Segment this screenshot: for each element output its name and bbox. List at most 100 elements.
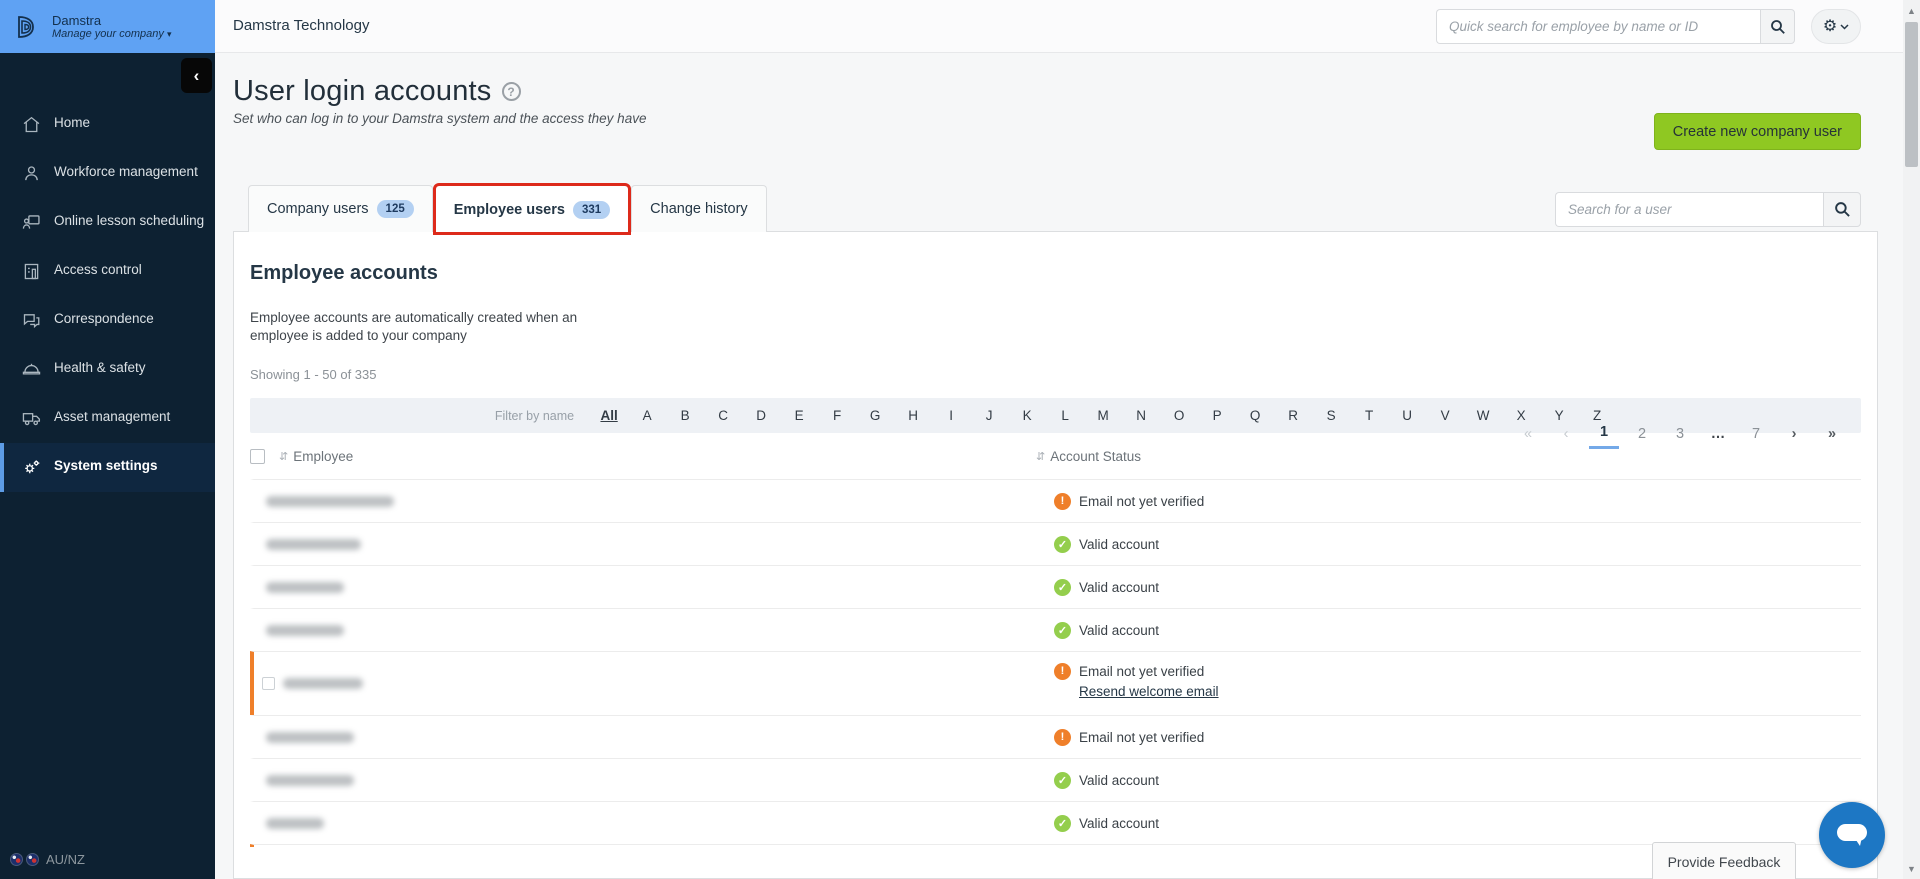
pagination-item[interactable]: 3	[1665, 426, 1695, 448]
filter-letter[interactable]: Q	[1236, 408, 1274, 423]
pagination-item[interactable]: 2	[1627, 426, 1657, 448]
sidebar-item-health-safety[interactable]: Health & safety	[0, 345, 215, 394]
table-row[interactable]: Valid account	[250, 565, 1861, 608]
pagination-item[interactable]: ‹	[1551, 426, 1581, 448]
filter-letter[interactable]: A	[628, 408, 666, 423]
table-row[interactable]: Email not yet verified	[250, 479, 1861, 522]
chevron-down-icon	[1840, 23, 1849, 30]
filter-letter[interactable]: H	[894, 408, 932, 423]
user-search-button[interactable]	[1823, 192, 1861, 227]
pagination-item[interactable]: »	[1817, 426, 1847, 448]
resend-welcome-email-link[interactable]: Resend welcome email	[1079, 684, 1219, 699]
brand-header[interactable]: Damstra Manage your company ▾	[0, 0, 215, 53]
create-company-user-button[interactable]: Create new company user	[1653, 113, 1861, 150]
region-label: AU/NZ	[46, 852, 85, 867]
status-badge: Valid account	[1079, 579, 1160, 595]
hard-hat-icon	[22, 363, 41, 375]
filter-letter[interactable]: N	[1122, 408, 1160, 423]
table-row[interactable]: Valid account	[250, 608, 1861, 651]
main-content: User login accounts ? Set who can log in…	[215, 53, 1903, 879]
pagination-item[interactable]: ›	[1779, 426, 1809, 448]
pagination-item[interactable]: 1	[1589, 424, 1619, 449]
filter-letter[interactable]: C	[704, 408, 742, 423]
status-icon	[1054, 662, 1071, 680]
filter-letter[interactable]: W	[1464, 408, 1502, 423]
filter-letter[interactable]: O	[1160, 408, 1198, 423]
top-bar: Damstra Technology ⚙	[215, 0, 1903, 53]
sidebar-item-system-settings[interactable]: System settings	[0, 443, 215, 492]
settings-menu-button[interactable]: ⚙	[1811, 9, 1861, 44]
filter-letter[interactable]: K	[1008, 408, 1046, 423]
employee-users-count-badge: 331	[572, 200, 611, 219]
table-row[interactable]: Email not yet verified	[250, 715, 1861, 758]
brand-name: Damstra	[52, 13, 102, 28]
pagination-item[interactable]: 7	[1741, 426, 1771, 448]
table-row[interactable]: Valid account	[250, 522, 1861, 565]
filter-letter[interactable]: Y	[1540, 408, 1578, 423]
provide-feedback-button[interactable]: Provide Feedback	[1652, 842, 1796, 879]
table-row-partial	[250, 844, 1861, 847]
sidebar-item-asset-management[interactable]: Asset management	[0, 394, 215, 443]
sidebar-collapse-button[interactable]: ‹	[181, 58, 212, 93]
filter-letter[interactable]: U	[1388, 408, 1426, 423]
filter-letter[interactable]: Z	[1578, 408, 1616, 423]
user-search-input[interactable]	[1555, 192, 1823, 227]
filter-letter[interactable]: M	[1084, 408, 1122, 423]
filter-letter[interactable]: E	[780, 408, 818, 423]
sort-icon[interactable]: ⇵	[279, 450, 288, 463]
filter-letter[interactable]: All	[590, 408, 628, 423]
scrollbar-thumb[interactable]	[1905, 22, 1918, 167]
sidebar-item-access-control[interactable]: Access control	[0, 247, 215, 296]
filter-letter[interactable]: I	[932, 408, 970, 423]
select-all-checkbox[interactable]	[250, 448, 265, 464]
table-row-highlighted[interactable]: Email not yet verified Resend welcome em…	[250, 651, 1861, 715]
tab-company-users[interactable]: Company users 125	[248, 185, 433, 232]
status-badge: Valid account	[1079, 536, 1160, 552]
tab-change-history[interactable]: Change history	[631, 185, 767, 232]
scroll-up-arrow[interactable]: ▲	[1903, 2, 1920, 19]
filter-letter[interactable]: F	[818, 408, 856, 423]
filter-letter[interactable]: D	[742, 408, 780, 423]
sort-icon[interactable]: ⇵	[1036, 450, 1045, 463]
sidebar-item-workforce-management[interactable]: Workforce management	[0, 149, 215, 198]
column-account-status[interactable]: Account Status	[1050, 449, 1141, 464]
sidebar-item-online-lesson-scheduling[interactable]: Online lesson scheduling	[0, 198, 215, 247]
region-selector[interactable]: AU/NZ	[10, 852, 85, 867]
status-icon	[1054, 578, 1071, 596]
tab-employee-users[interactable]: Employee users 331	[432, 183, 632, 235]
filter-letter[interactable]: P	[1198, 408, 1236, 423]
page-title: User login accounts	[233, 75, 492, 107]
damstra-logo-icon	[18, 15, 34, 38]
quick-search-input[interactable]	[1436, 9, 1760, 44]
gears-icon	[25, 460, 40, 474]
filter-letter[interactable]: G	[856, 408, 894, 423]
table-row[interactable]: Valid account	[250, 758, 1861, 801]
filter-letter[interactable]: X	[1502, 408, 1540, 423]
vertical-scrollbar[interactable]: ▲ ▼	[1903, 0, 1920, 879]
status-badge: Valid account	[1079, 772, 1160, 788]
row-checkbox[interactable]	[262, 677, 275, 690]
filter-letter[interactable]: S	[1312, 408, 1350, 423]
table-row[interactable]: Valid account	[250, 801, 1861, 844]
chat-widget-button[interactable]	[1819, 802, 1885, 868]
scroll-down-arrow[interactable]: ▼	[1903, 860, 1920, 877]
column-employee[interactable]: Employee	[293, 449, 353, 464]
sidebar-nav: Home Workforce management Online lesson …	[0, 100, 215, 492]
quick-search-button[interactable]	[1760, 9, 1795, 44]
filter-letter[interactable]: R	[1274, 408, 1312, 423]
help-icon[interactable]: ?	[501, 82, 521, 101]
pagination-item[interactable]: …	[1703, 426, 1733, 448]
sidebar-item-home[interactable]: Home	[0, 100, 215, 149]
chevron-down-icon: ▾	[166, 29, 172, 39]
status-badge: Email not yet verified	[1079, 729, 1205, 745]
filter-letter[interactable]: T	[1350, 408, 1388, 423]
table-body: Email not yet verified Valid account Val…	[250, 479, 1861, 847]
status-icon	[1054, 814, 1071, 832]
pagination-item[interactable]: «	[1513, 426, 1543, 448]
filter-letter[interactable]: L	[1046, 408, 1084, 423]
sidebar-item-correspondence[interactable]: Correspondence	[0, 296, 215, 345]
filter-letter[interactable]: V	[1426, 408, 1464, 423]
brand-tagline[interactable]: Manage your company ▾	[52, 28, 172, 40]
filter-letter[interactable]: B	[666, 408, 704, 423]
filter-letter[interactable]: J	[970, 408, 1008, 423]
